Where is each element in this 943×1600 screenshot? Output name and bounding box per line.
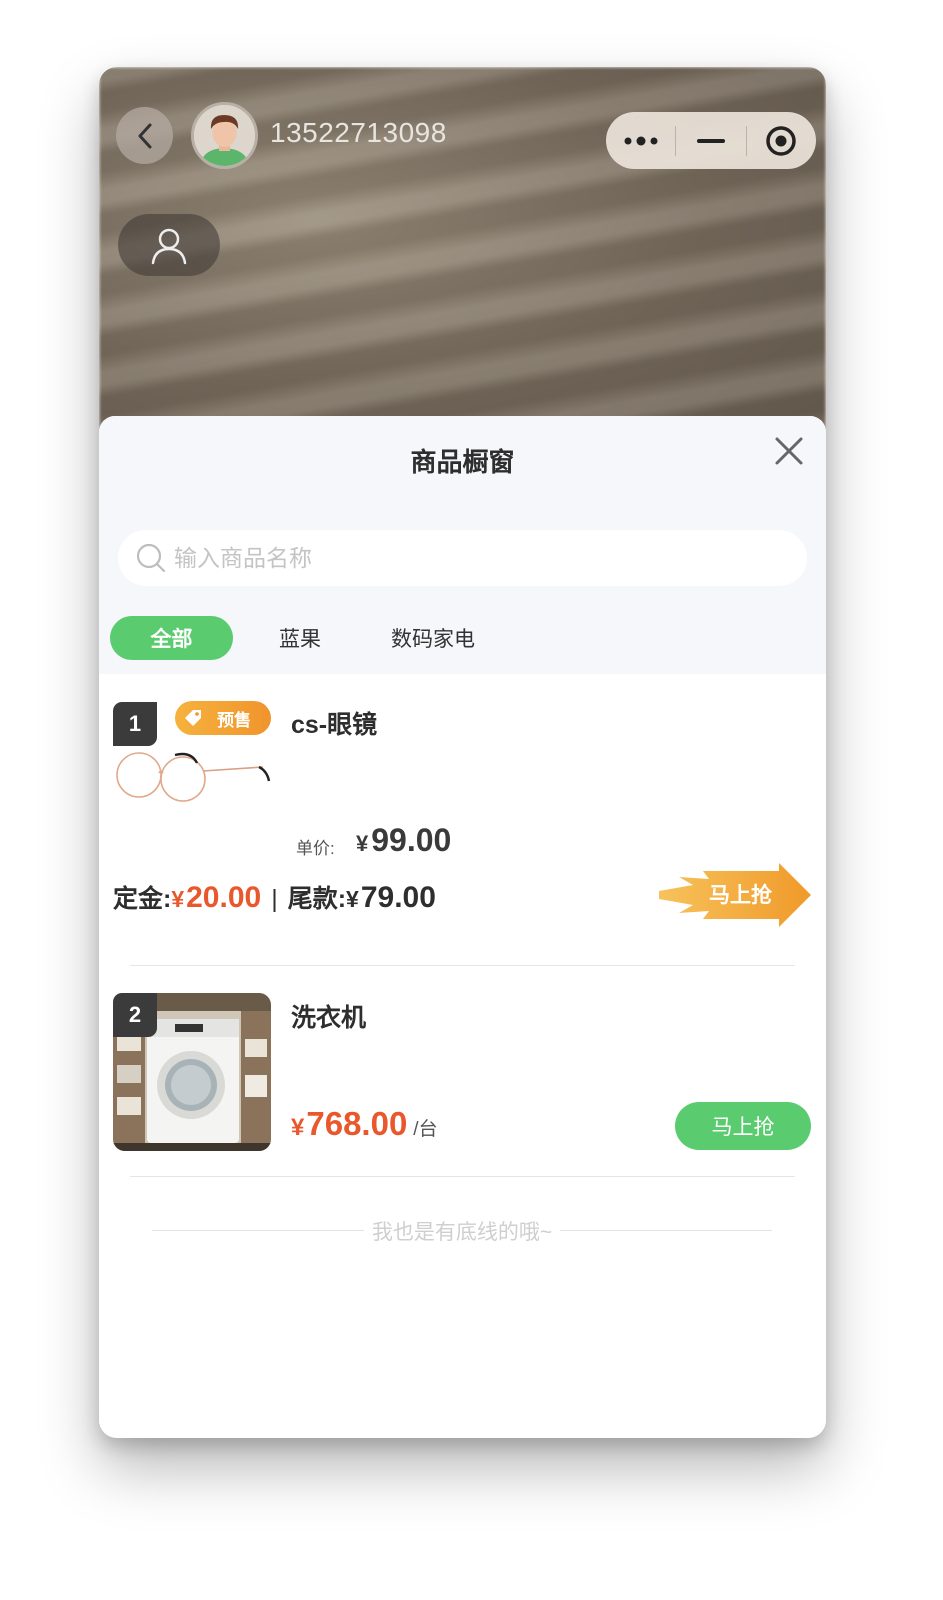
- product-price: ¥768.00/台: [291, 1105, 438, 1142]
- exit-button[interactable]: [747, 112, 816, 169]
- product-title[interactable]: cs-眼镜: [291, 705, 377, 741]
- target-icon: [766, 125, 797, 156]
- end-of-list-text: 我也是有底线的哦~: [363, 1221, 561, 1244]
- tab-languo[interactable]: 蓝果: [260, 616, 340, 660]
- presale-price-row: 定金: ¥20.00 | 尾款: ¥79.00: [113, 879, 436, 915]
- rank-badge: 2: [113, 993, 157, 1037]
- avatar[interactable]: [191, 102, 258, 169]
- profile-button[interactable]: [118, 214, 220, 276]
- grab-now-label: 马上抢: [709, 884, 772, 907]
- top-bar: 13522713098: [99, 67, 826, 276]
- search-icon: [136, 543, 166, 573]
- grab-now-button[interactable]: 马上抢: [675, 1102, 811, 1150]
- user-phone-number: 13522713098: [270, 117, 447, 148]
- presale-label: 预售: [217, 710, 251, 730]
- price-separator: |: [271, 885, 278, 913]
- tag-icon: [185, 710, 201, 726]
- tab-digital-appliances[interactable]: 数码家电: [378, 616, 488, 660]
- more-dots-icon: [624, 136, 658, 145]
- item-divider: [130, 1176, 795, 1177]
- product-title[interactable]: 洗衣机: [291, 998, 366, 1034]
- sheet-title: 商品橱窗: [410, 447, 515, 477]
- deposit-price: ¥20.00: [171, 881, 262, 914]
- back-button[interactable]: [116, 107, 173, 164]
- balance-label: 尾款:: [287, 885, 347, 913]
- balance-price: ¥79.00: [346, 881, 436, 914]
- grab-now-button[interactable]: 马上抢: [659, 863, 811, 927]
- sheet-header: 商品橱窗 全部 蓝果 数码家电: [99, 416, 826, 674]
- unit-price-label: 单价:: [296, 839, 335, 858]
- end-of-list-note: 我也是有底线的哦~: [152, 1216, 772, 1246]
- unit-price: ¥99.00: [356, 822, 452, 858]
- presale-badge: 预售: [175, 701, 271, 735]
- mini-program-capsule: [606, 112, 816, 169]
- minimize-icon: [696, 138, 725, 143]
- user-icon: [151, 228, 187, 265]
- rank-badge: 1: [113, 702, 157, 746]
- product-showcase-sheet: 商品橱窗 全部 蓝果 数码家电: [99, 416, 826, 1438]
- minimize-button[interactable]: [676, 112, 745, 169]
- chevron-left-icon: [138, 123, 151, 148]
- close-icon: [775, 437, 803, 465]
- search-bar[interactable]: [118, 530, 807, 586]
- item-divider: [130, 965, 795, 966]
- tab-all[interactable]: 全部: [110, 616, 233, 660]
- close-button[interactable]: [772, 434, 806, 468]
- avatar-image: [194, 105, 255, 166]
- screen: 13522713098 商品橱窗 输入商品名称 全部 蓝果 数码家电 1 预售 …: [0, 0, 943, 1600]
- search-input[interactable]: [174, 544, 774, 572]
- deposit-label: 定金:: [113, 885, 172, 913]
- more-button[interactable]: [606, 112, 675, 169]
- phone-frame: 13522713098 商品橱窗 输入商品名称 全部 蓝果 数码家电 1 预售 …: [99, 67, 826, 1438]
